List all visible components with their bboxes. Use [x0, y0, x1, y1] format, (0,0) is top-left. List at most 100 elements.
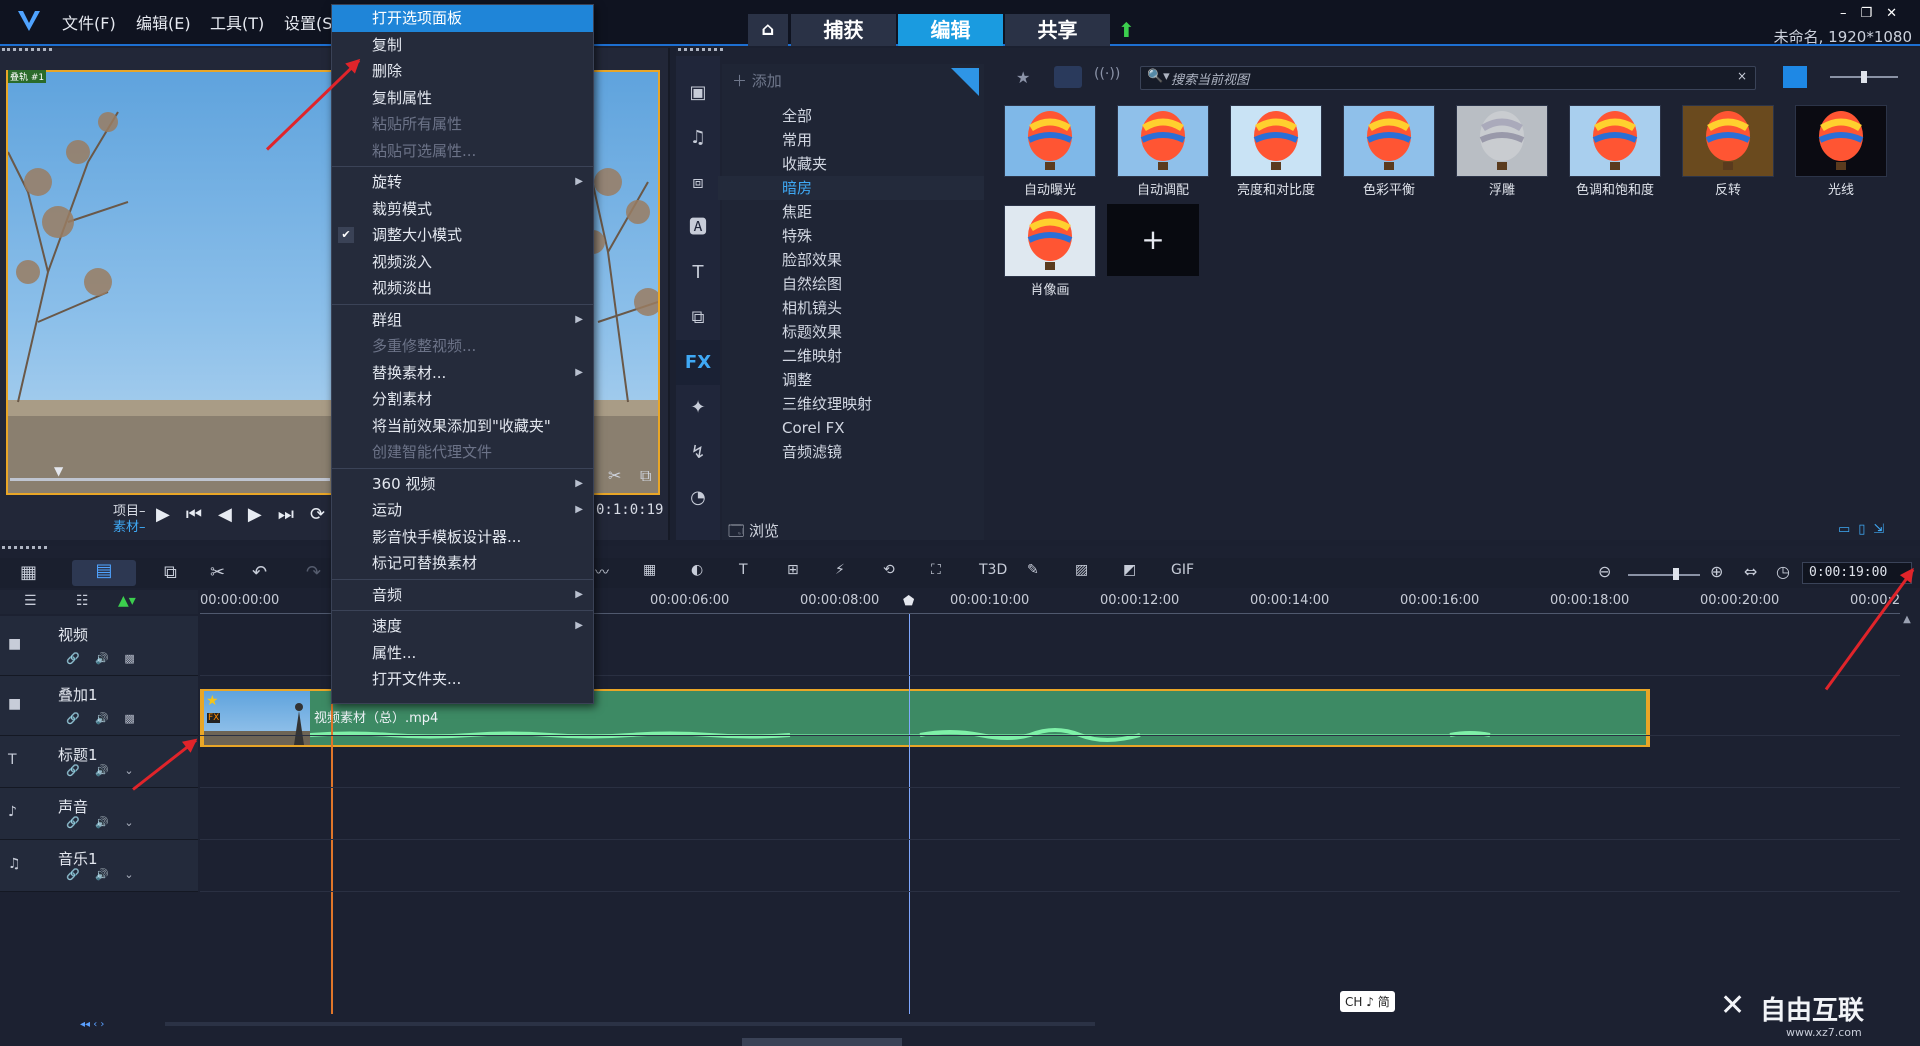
- effect-thumbnail[interactable]: 色调和饱和度: [1559, 104, 1671, 202]
- tab-edit[interactable]: 编辑: [898, 14, 1003, 46]
- track-header[interactable]: ■ 叠加1 🔗 🔊 ▩: [0, 676, 198, 736]
- playback-controls[interactable]: ▶⏮◀▶⏭⟳: [156, 504, 341, 525]
- context-menu-item[interactable]: 旋转 ▶: [332, 169, 593, 196]
- category-item[interactable]: 特殊: [718, 224, 984, 248]
- context-menu-item[interactable]: 视频淡入: [332, 249, 593, 276]
- mode-clip[interactable]: 素材–: [113, 516, 146, 535]
- video-track-icon[interactable]: ■: [8, 636, 21, 652]
- upload-icon[interactable]: ⬆: [1118, 18, 1135, 42]
- effect-star-icon[interactable]: ★: [1016, 68, 1030, 87]
- track-header[interactable]: ♪ 声音 🔗 🔊 ⌄: [0, 788, 198, 840]
- timeline-tool-icon[interactable]: ✎: [1027, 562, 1039, 578]
- timeline-tool-icon[interactable]: ▦: [643, 562, 656, 578]
- play-icon[interactable]: ▶: [156, 504, 186, 525]
- fit-icon[interactable]: ⇔: [1744, 562, 1757, 581]
- category-item[interactable]: 调整: [718, 368, 984, 392]
- track-lane[interactable]: [200, 840, 1900, 892]
- category-item[interactable]: 三维纹理映射: [718, 392, 984, 416]
- search-input[interactable]: 🔍▾ 搜索当前视图 ×: [1140, 66, 1756, 90]
- track-controls[interactable]: 🔗 🔊 ▩: [66, 652, 141, 665]
- context-menu-item[interactable]: 音频 ▶: [332, 582, 593, 609]
- undo-icon[interactable]: ↶: [252, 562, 267, 583]
- chapter-icon[interactable]: ☷: [76, 593, 89, 609]
- context-menu-item[interactable]: 调整大小模式 ✔: [332, 222, 593, 249]
- track-controls[interactable]: 🔗 🔊 ⌄: [66, 764, 140, 777]
- track-controls[interactable]: 🔗 🔊 ⌄: [66, 868, 140, 881]
- timeline-tool-icon[interactable]: ◐: [691, 562, 703, 578]
- category-item[interactable]: 暗房: [718, 176, 984, 200]
- track-header[interactable]: ♫ 音乐1 🔗 🔊 ⌄: [0, 840, 198, 892]
- layout-buttons[interactable]: ▭▯⇲: [1838, 522, 1916, 538]
- effect-thumbnail[interactable]: 自动调配: [1107, 104, 1219, 202]
- timeline-tool-icon[interactable]: ◩: [1123, 562, 1136, 578]
- context-menu-item[interactable]: 分割素材: [332, 386, 593, 413]
- path-icon[interactable]: ↯: [676, 430, 720, 475]
- list-view-icon[interactable]: [1783, 66, 1807, 88]
- effect-thumbnail[interactable]: 光线: [1785, 104, 1897, 202]
- playhead-marker[interactable]: ⬟: [903, 594, 914, 609]
- music-track-icon[interactable]: ♫: [8, 856, 21, 872]
- copy-icon[interactable]: ⧉: [640, 466, 651, 486]
- category-item[interactable]: 收藏夹: [718, 152, 984, 176]
- redo-icon[interactable]: ↷: [306, 562, 321, 583]
- magic-icon[interactable]: ✦: [676, 385, 720, 430]
- timeline-tool-icon[interactable]: 〰: [595, 562, 609, 582]
- timeline-tool-icon[interactable]: ⛶: [931, 562, 941, 578]
- add-effect-button[interactable]: +: [1107, 204, 1199, 276]
- timeline-tool-icon[interactable]: ⚡: [835, 562, 845, 578]
- overlay-track-icon[interactable]: ■: [8, 696, 21, 712]
- ripple-edit-icon[interactable]: ▲▾: [118, 593, 136, 609]
- context-menu-item[interactable]: 属性...: [332, 640, 593, 667]
- menu-settings[interactable]: 设置(S: [284, 10, 332, 34]
- track-lane[interactable]: [200, 788, 1900, 840]
- clear-search-icon[interactable]: ×: [1737, 69, 1747, 83]
- track-header[interactable]: ■ 视频 🔗 🔊 ▩: [0, 616, 198, 676]
- timeline-tool-icon[interactable]: T: [739, 562, 748, 578]
- title-track-icon[interactable]: T: [8, 752, 17, 768]
- timeline-tool-icon[interactable]: GIF: [1171, 562, 1194, 578]
- zoom-timecode[interactable]: 0:00:19:00: [1802, 562, 1912, 584]
- context-menu-item[interactable]: 替换素材... ▶: [332, 360, 593, 387]
- zoom-slider[interactable]: [1628, 574, 1700, 576]
- media-icon[interactable]: ▣: [676, 70, 720, 115]
- timeline-tool-icon[interactable]: ⟲: [883, 562, 895, 578]
- title-icon[interactable]: 🅰: [676, 205, 720, 250]
- panel-grip[interactable]: [2, 546, 47, 552]
- timeline-tool-icon[interactable]: ▨: [1075, 562, 1088, 578]
- cut-icon[interactable]: ✂: [608, 466, 621, 485]
- view-audio-icon[interactable]: ((·)): [1094, 66, 1120, 82]
- category-item[interactable]: Corel FX: [718, 416, 984, 440]
- category-item[interactable]: 音频滤镜: [718, 440, 984, 464]
- category-item[interactable]: 常用: [718, 128, 984, 152]
- tab-capture[interactable]: 捕获: [791, 14, 896, 46]
- browse-button[interactable]: 🗔 浏览: [728, 520, 779, 546]
- context-menu-item[interactable]: 复制: [332, 32, 593, 59]
- timeline-tool-icon[interactable]: ⊞: [787, 562, 799, 578]
- context-menu-item[interactable]: 影音快手模板设计器...: [332, 524, 593, 551]
- context-menu-item[interactable]: 360 视频 ▶: [332, 471, 593, 498]
- audio-icon[interactable]: ♫: [676, 115, 720, 160]
- zoom-out-icon[interactable]: ⊖: [1598, 562, 1611, 581]
- effect-thumbnail[interactable]: 自动曝光: [994, 104, 1106, 202]
- scrubber-handle[interactable]: ▼: [54, 464, 63, 478]
- track-controls[interactable]: 🔗 🔊 ▩: [66, 712, 141, 725]
- effect-thumbnail[interactable]: 反转: [1672, 104, 1784, 202]
- zoom-handle[interactable]: [1673, 568, 1679, 580]
- context-menu-item[interactable]: 打开文件夹...: [332, 666, 593, 693]
- vertical-scrollbar[interactable]: ▲: [1902, 614, 1912, 1014]
- start-icon[interactable]: ⏮: [186, 504, 218, 525]
- speed-icon[interactable]: ◔: [676, 475, 720, 520]
- timeline-view-icon[interactable]: ▤: [72, 560, 136, 586]
- end-icon[interactable]: ⏭: [278, 504, 310, 525]
- pin-icon[interactable]: [951, 68, 979, 96]
- view-video-icon[interactable]: [1054, 66, 1082, 88]
- add-folder-button[interactable]: ＋ 添加: [732, 70, 782, 91]
- panel-grip[interactable]: [2, 48, 52, 54]
- overlay-icon[interactable]: ⧉: [676, 295, 720, 340]
- track-manager-icon[interactable]: ☰: [24, 593, 37, 609]
- timecode-display[interactable]: 0:1:0:19: [596, 502, 663, 518]
- storyboard-view-icon[interactable]: ▦: [20, 562, 37, 583]
- thumb-size-handle[interactable]: [1861, 71, 1867, 83]
- context-menu-item[interactable]: 裁剪模式: [332, 196, 593, 223]
- bottom-scrollbar-thumb[interactable]: [742, 1038, 902, 1046]
